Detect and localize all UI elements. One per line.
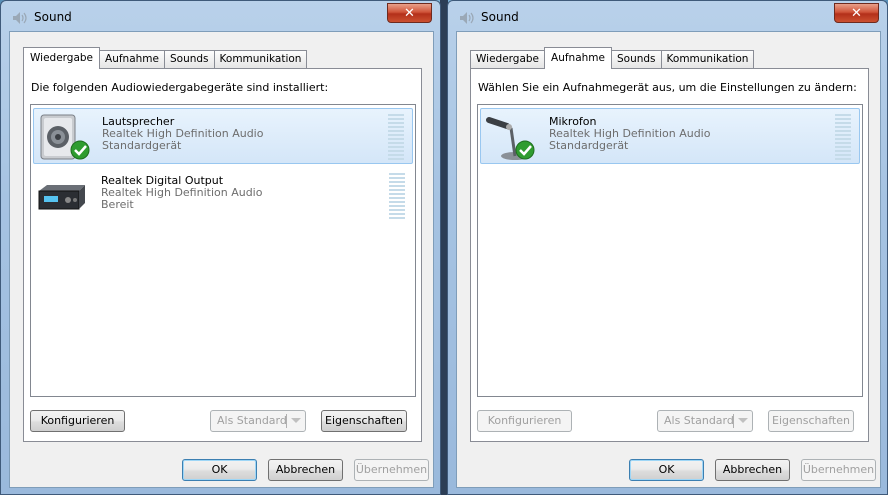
device-status: Standardgerät bbox=[102, 139, 182, 152]
cancel-button[interactable]: Abbrechen bbox=[715, 459, 790, 481]
configure-button[interactable]: Konfigurieren bbox=[30, 410, 125, 432]
close-button[interactable]: ✕ bbox=[834, 3, 879, 23]
configure-button[interactable]: Konfigurieren bbox=[477, 410, 572, 432]
set-default-split-button[interactable]: Als Standard bbox=[657, 410, 753, 432]
chevron-down-icon bbox=[738, 418, 748, 423]
properties-button[interactable]: Eigenschaften bbox=[321, 410, 407, 432]
chevron-down-icon bbox=[291, 418, 301, 423]
tab-strip: Wiedergabe Aufnahme Sounds Kommunikation bbox=[23, 47, 308, 69]
device-list[interactable]: Mikrofon Realtek High Definition Audio S… bbox=[477, 104, 863, 397]
device-item-mikrofon[interactable]: Mikrofon Realtek High Definition Audio S… bbox=[480, 108, 860, 164]
cancel-button[interactable]: Abbrechen bbox=[268, 459, 343, 481]
tab-aufnahme[interactable]: Aufnahme bbox=[544, 47, 612, 69]
device-status: Standardgerät bbox=[549, 139, 629, 152]
set-default-label: Als Standard bbox=[664, 414, 734, 427]
level-meter bbox=[835, 114, 851, 160]
split-divider bbox=[286, 414, 287, 428]
window-title: Sound bbox=[481, 10, 519, 24]
dialog-client: Wiedergabe Aufnahme Sounds Kommunikation… bbox=[456, 31, 881, 488]
properties-button[interactable]: Eigenschaften bbox=[768, 410, 854, 432]
tab-wiedergabe[interactable]: Wiedergabe bbox=[470, 50, 546, 68]
device-item-lautsprecher[interactable]: Lautsprecher Realtek High Definition Aud… bbox=[33, 108, 413, 164]
sound-dialog-recording: Sound ✕ Wiedergabe Aufnahme Sounds Kommu… bbox=[447, 0, 888, 495]
close-icon: ✕ bbox=[404, 5, 415, 21]
apply-button[interactable]: Übernehmen bbox=[801, 459, 876, 481]
set-default-split-button[interactable]: Als Standard bbox=[210, 410, 306, 432]
tab-strip: Wiedergabe Aufnahme Sounds Kommunikation bbox=[470, 47, 755, 69]
tab-aufnahme[interactable]: Aufnahme bbox=[99, 50, 165, 68]
tab-kommunikation[interactable]: Kommunikation bbox=[213, 50, 308, 68]
apply-button[interactable]: Übernehmen bbox=[354, 459, 429, 481]
ok-button[interactable]: OK bbox=[629, 459, 704, 481]
tab-wiedergabe[interactable]: Wiedergabe bbox=[23, 47, 101, 69]
device-item-digital-output[interactable]: Realtek Digital Output Realtek High Defi… bbox=[33, 168, 413, 224]
set-default-label: Als Standard bbox=[217, 414, 287, 427]
device-list[interactable]: Lautsprecher Realtek High Definition Aud… bbox=[30, 104, 416, 397]
tab-panel: Die folgenden Audiowiedergabegeräte sind… bbox=[23, 68, 422, 442]
microphone-icon bbox=[483, 112, 539, 162]
device-status: Bereit bbox=[101, 198, 134, 211]
tab-sounds[interactable]: Sounds bbox=[610, 50, 662, 68]
title-bar[interactable]: Sound ✕ bbox=[1, 1, 440, 33]
split-divider bbox=[733, 414, 734, 428]
ok-button[interactable]: OK bbox=[182, 459, 257, 481]
digital-output-icon bbox=[35, 171, 91, 221]
tab-sounds[interactable]: Sounds bbox=[163, 50, 215, 68]
tab-panel: Wählen Sie ein Aufnahmegerät aus, um die… bbox=[470, 68, 869, 442]
sound-dialog-playback: Sound ✕ Wiedergabe Aufnahme Sounds Kommu… bbox=[0, 0, 441, 495]
title-bar[interactable]: Sound ✕ bbox=[448, 1, 887, 33]
instruction-text: Wählen Sie ein Aufnahmegerät aus, um die… bbox=[478, 81, 857, 94]
speaker-icon bbox=[36, 112, 92, 162]
window-title: Sound bbox=[34, 10, 72, 24]
speaker-app-icon bbox=[11, 11, 27, 25]
tab-kommunikation[interactable]: Kommunikation bbox=[660, 50, 755, 68]
dialog-client: Wiedergabe Aufnahme Sounds Kommunikation… bbox=[9, 31, 434, 488]
speaker-app-icon bbox=[458, 11, 474, 25]
level-meter bbox=[389, 173, 405, 219]
level-meter bbox=[388, 114, 404, 160]
close-button[interactable]: ✕ bbox=[387, 3, 432, 23]
close-icon: ✕ bbox=[851, 5, 862, 21]
instruction-text: Die folgenden Audiowiedergabegeräte sind… bbox=[31, 81, 329, 94]
